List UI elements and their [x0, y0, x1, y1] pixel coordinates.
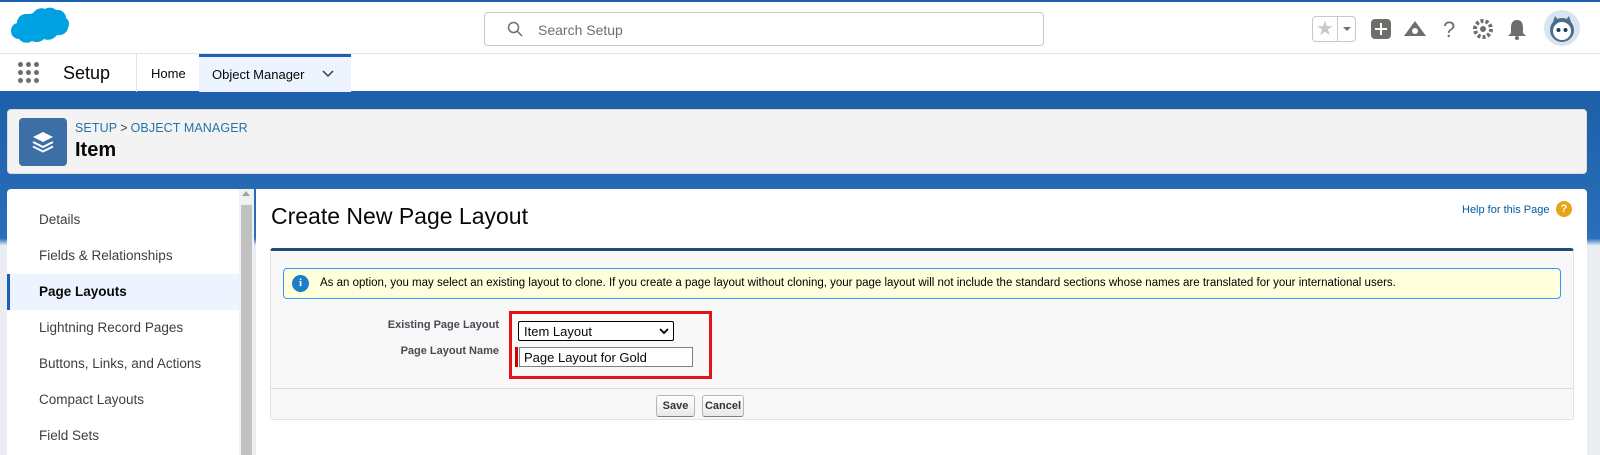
- sidebar-item-label: Compact Layouts: [39, 392, 145, 407]
- tab-object-manager[interactable]: Object Manager: [199, 54, 351, 92]
- existing-layout-label: Existing Page Layout: [387, 319, 499, 331]
- sidebar-item-field-sets[interactable]: Field Sets: [7, 418, 239, 454]
- tab-home-label: Home: [151, 66, 186, 81]
- breadcrumb-setup[interactable]: SETUP: [75, 121, 117, 135]
- object-icon: [19, 118, 67, 166]
- tab-object-manager-label: Object Manager: [212, 67, 305, 82]
- avatar[interactable]: [1544, 10, 1580, 46]
- info-message-text: As an option, you may select an existing…: [320, 277, 1396, 289]
- search-input[interactable]: Search Setup: [484, 12, 1044, 46]
- salesforce-logo[interactable]: [9, 7, 70, 51]
- breadcrumb: SETUP > OBJECT MANAGER: [75, 121, 248, 135]
- sidebar-item-buttons-links-actions[interactable]: Buttons, Links, and Actions: [7, 346, 239, 382]
- highlight-box: [509, 311, 712, 379]
- chevron-down-icon: [1343, 27, 1351, 31]
- sidebar: Details Fields & Relationships Page Layo…: [7, 189, 254, 455]
- main-content: Create New Page Layout Help for this Pag…: [256, 189, 1587, 455]
- svg-text:?: ?: [1443, 17, 1455, 42]
- search-icon: [507, 21, 523, 37]
- sidebar-item-label: Buttons, Links, and Actions: [39, 356, 202, 371]
- gear-icon[interactable]: [1470, 16, 1496, 42]
- info-message: i As an option, you may select an existi…: [283, 268, 1561, 299]
- save-button[interactable]: Save: [656, 395, 695, 417]
- trailhead-icon[interactable]: [1402, 16, 1428, 42]
- sidebar-item-label: Details: [39, 212, 81, 227]
- layout-name-label: Page Layout Name: [400, 345, 499, 357]
- tab-home[interactable]: Home: [136, 54, 200, 92]
- global-header: Search Setup ★ ?: [0, 0, 1600, 54]
- app-launcher-icon[interactable]: [18, 62, 40, 84]
- add-icon[interactable]: [1368, 16, 1394, 42]
- sidebar-item-label: Lightning Record Pages: [39, 320, 184, 335]
- app-name: Setup: [63, 63, 111, 83]
- scroll-up-arrow[interactable]: [242, 191, 250, 196]
- sidebar-item-label: Fields & Relationships: [39, 248, 173, 263]
- sidebar-item-page-layouts[interactable]: Page Layouts: [7, 274, 239, 310]
- search-placeholder: Search Setup: [538, 22, 623, 38]
- sidebar-item-label: Field Sets: [39, 428, 100, 443]
- bell-icon[interactable]: [1504, 16, 1530, 42]
- context-bar: Setup Home Object Manager: [0, 54, 1600, 94]
- sidebar-item-details[interactable]: Details: [7, 202, 239, 238]
- form-block: i As an option, you may select an existi…: [270, 248, 1574, 420]
- cancel-button[interactable]: Cancel: [702, 395, 744, 417]
- object-header: SETUP > OBJECT MANAGER Item: [7, 109, 1587, 174]
- chevron-down-icon[interactable]: [321, 67, 335, 81]
- info-icon: i: [292, 275, 309, 292]
- page-title: Item: [75, 139, 117, 161]
- form-title: Create New Page Layout: [271, 203, 528, 229]
- help-circle-icon[interactable]: ?: [1556, 201, 1572, 217]
- sidebar-item-label: Page Layouts: [39, 284, 127, 299]
- help-icon[interactable]: ?: [1436, 16, 1462, 42]
- sidebar-item-fields-relationships[interactable]: Fields & Relationships: [7, 238, 239, 274]
- layers-icon: [32, 132, 54, 153]
- favorites-button[interactable]: ★: [1312, 16, 1356, 42]
- sidebar-scrollbar[interactable]: [239, 189, 254, 455]
- breadcrumb-object-manager[interactable]: OBJECT MANAGER: [131, 121, 248, 135]
- star-icon: ★: [1316, 18, 1334, 40]
- breadcrumb-separator: >: [120, 121, 128, 135]
- help-link[interactable]: Help for this Page: [1462, 204, 1549, 216]
- divider: [271, 388, 1573, 389]
- sidebar-item-lightning-record-pages[interactable]: Lightning Record Pages: [7, 310, 239, 346]
- favorites-dropdown[interactable]: [1337, 17, 1355, 41]
- sidebar-item-compact-layouts[interactable]: Compact Layouts: [7, 382, 239, 418]
- scroll-thumb[interactable]: [241, 205, 252, 455]
